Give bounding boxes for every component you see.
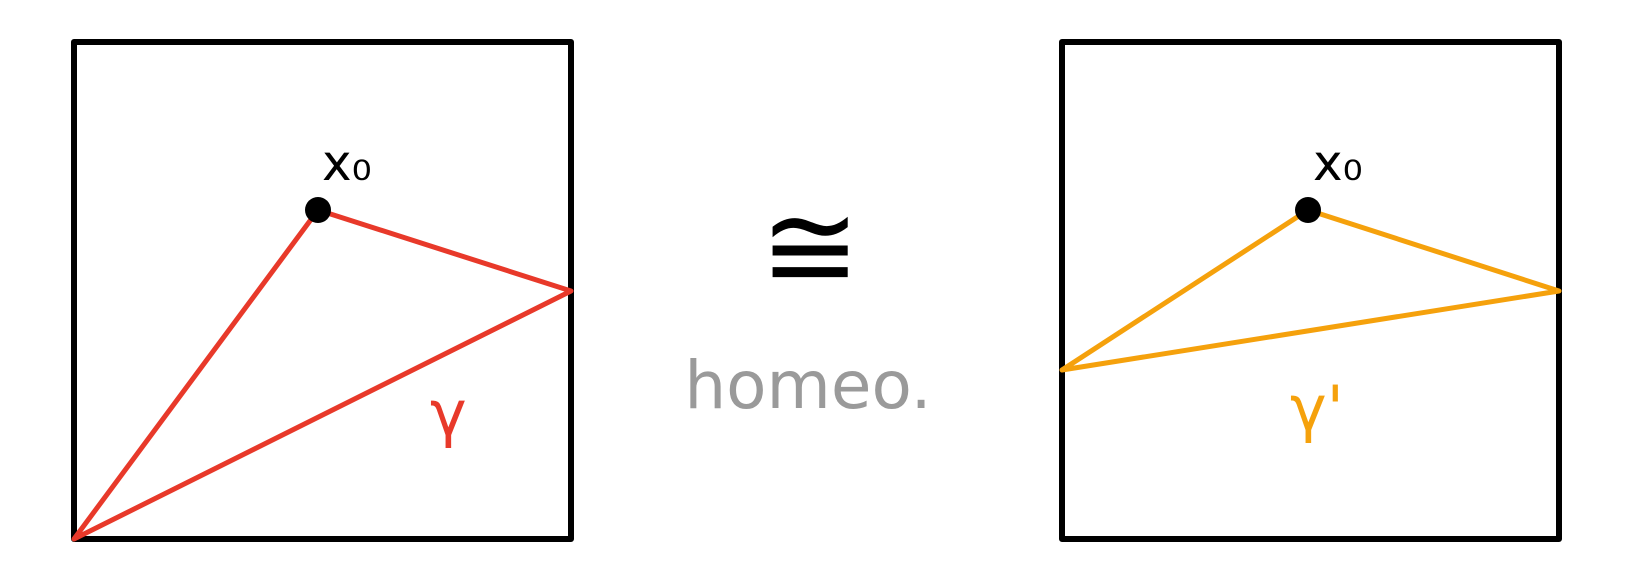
homeomorphic-paths-diagram: x₀ γ ≅ homeo. x₀ γ'	[71, 39, 1562, 542]
right-panel: x₀ γ'	[1059, 39, 1562, 542]
homeo-caption: homeo.	[684, 347, 931, 424]
left-path-label: γ	[430, 377, 467, 450]
right-square-frame	[1059, 39, 1562, 542]
right-basepoint-label: x₀	[1313, 134, 1363, 192]
right-path-label: γ'	[1290, 372, 1344, 445]
left-panel: x₀ γ	[71, 39, 574, 542]
homeomorphism-relation: ≅ homeo.	[684, 178, 931, 424]
left-path-gamma	[71, 207, 574, 542]
left-basepoint-dot	[305, 197, 331, 223]
left-basepoint-label: x₀	[322, 134, 372, 192]
right-path-gamma-prime	[1059, 207, 1562, 373]
left-square-frame	[71, 39, 574, 542]
congruence-symbol: ≅	[760, 178, 861, 317]
right-basepoint-dot	[1295, 197, 1321, 223]
